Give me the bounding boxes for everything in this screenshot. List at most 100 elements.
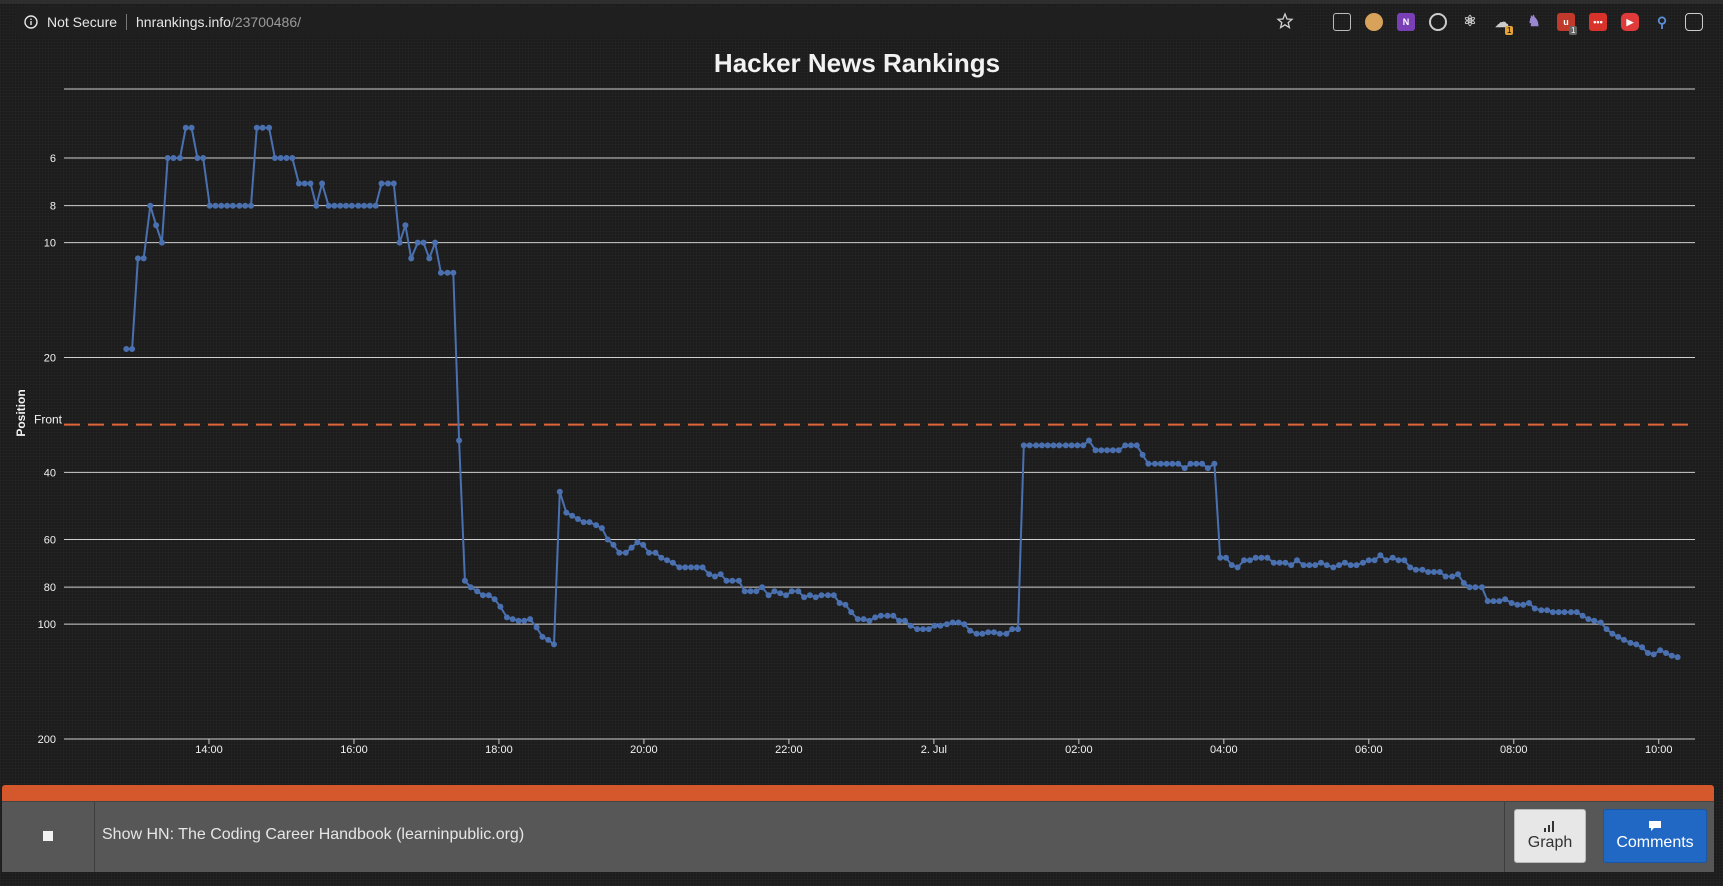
- data-point: [509, 616, 516, 623]
- data-point: [325, 202, 332, 209]
- y-tick-label: 100: [38, 619, 56, 631]
- url-text[interactable]: hnrankings.info/23700486/: [136, 14, 301, 30]
- y-tick-label: 10: [44, 238, 56, 250]
- data-point: [1133, 442, 1140, 449]
- x-tick-label: 2. Jul: [921, 744, 947, 756]
- data-point: [385, 180, 391, 187]
- data-point: [842, 601, 849, 608]
- data-point: [1585, 616, 1592, 623]
- ranking-series-points: [123, 124, 1681, 661]
- url-host: hnrankings.info: [136, 14, 231, 30]
- data-point: [1318, 559, 1324, 566]
- data-point: [1050, 442, 1057, 449]
- data-point: [1020, 442, 1027, 449]
- data-point: [253, 124, 260, 131]
- react-extension-icon[interactable]: ⚛: [1461, 13, 1479, 31]
- data-point: [1538, 607, 1545, 614]
- data-point: [1520, 601, 1527, 608]
- data-point: [1621, 636, 1627, 643]
- data-point: [1152, 460, 1158, 467]
- x-tick-label: 22:00: [775, 744, 803, 756]
- data-point: [1086, 437, 1092, 444]
- graph-button[interactable]: Graph: [1514, 809, 1586, 863]
- data-point: [1442, 573, 1449, 580]
- data-point: [140, 255, 147, 262]
- data-point: [1555, 609, 1562, 616]
- data-point: [1478, 584, 1485, 591]
- data-point: [669, 559, 676, 566]
- data-point: [545, 636, 552, 643]
- cookie-extension-icon[interactable]: [1365, 13, 1383, 31]
- select-checkbox[interactable]: [43, 831, 53, 841]
- data-point: [1502, 596, 1509, 603]
- data-point: [1223, 554, 1229, 561]
- data-point: [1650, 651, 1657, 658]
- data-point: [218, 202, 225, 209]
- data-point: [574, 516, 581, 522]
- clipboard-extension-icon[interactable]: [1333, 13, 1351, 31]
- data-point: [967, 627, 974, 634]
- data-point: [1157, 460, 1164, 467]
- data-point: [147, 202, 154, 209]
- data-point: [961, 621, 968, 628]
- item-title[interactable]: Show HN: The Coding Career Handbook (lea…: [102, 826, 524, 844]
- url-path: /23700486/: [230, 14, 302, 30]
- select-cell[interactable]: [2, 802, 95, 872]
- data-point: [1080, 442, 1087, 449]
- info-icon[interactable]: [24, 15, 38, 29]
- data-point: [1033, 442, 1040, 449]
- data-point: [795, 588, 802, 595]
- data-point: [1568, 609, 1574, 616]
- data-point: [1145, 460, 1152, 467]
- data-point: [1323, 562, 1330, 569]
- video-extension-icon[interactable]: ▶: [1621, 13, 1639, 31]
- ghostery-extension-icon[interactable]: [1685, 13, 1703, 31]
- data-point: [1449, 573, 1456, 580]
- link-extension-icon[interactable]: ⚲: [1653, 13, 1671, 31]
- data-point: [628, 544, 635, 551]
- data-point: [1627, 639, 1634, 646]
- data-point: [1056, 442, 1063, 449]
- data-point: [1312, 562, 1319, 569]
- data-point: [693, 564, 700, 571]
- badger-extension-icon[interactable]: ♞: [1525, 13, 1543, 31]
- y-tick-label: 200: [38, 734, 56, 746]
- chart-title: Hacker News Rankings: [714, 48, 1000, 78]
- comments-button[interactable]: Comments: [1603, 809, 1707, 863]
- address-bar[interactable]: Not Secure hnrankings.info/23700486/: [12, 7, 1306, 37]
- data-point: [1531, 605, 1538, 612]
- data-point: [337, 202, 344, 209]
- onenote-extension-icon[interactable]: N: [1397, 13, 1415, 31]
- data-point: [1199, 460, 1206, 467]
- lastpass-extension-icon[interactable]: •••: [1589, 13, 1607, 31]
- data-point: [177, 155, 183, 161]
- data-point: [301, 180, 308, 187]
- data-point: [182, 124, 189, 131]
- graph-button-label: Graph: [1527, 834, 1573, 851]
- y-tick-label: 60: [44, 535, 56, 547]
- bookmark-star-icon[interactable]: [1276, 12, 1294, 30]
- data-point: [1122, 442, 1129, 449]
- x-tick-label: 02:00: [1065, 744, 1093, 756]
- footer-accent-bar: [2, 785, 1714, 801]
- data-point: [170, 155, 177, 161]
- y-tick-label: 80: [44, 582, 56, 594]
- data-point: [777, 590, 784, 597]
- data-point: [676, 564, 683, 571]
- data-point: [1663, 650, 1669, 656]
- data-point: [1365, 557, 1372, 564]
- data-point: [1026, 442, 1033, 449]
- data-point: [890, 612, 897, 619]
- y-tick-label: 20: [44, 352, 56, 364]
- data-point: [1639, 644, 1646, 651]
- data-point: [723, 577, 730, 584]
- target-extension-icon[interactable]: [1429, 13, 1447, 31]
- data-point: [1407, 564, 1414, 571]
- data-point: [444, 269, 451, 276]
- data-point: [1508, 600, 1515, 606]
- data-point: [925, 626, 932, 633]
- data-point: [366, 202, 373, 209]
- data-point: [266, 124, 273, 131]
- data-point: [1204, 465, 1211, 472]
- x-tick-label: 04:00: [1210, 744, 1238, 756]
